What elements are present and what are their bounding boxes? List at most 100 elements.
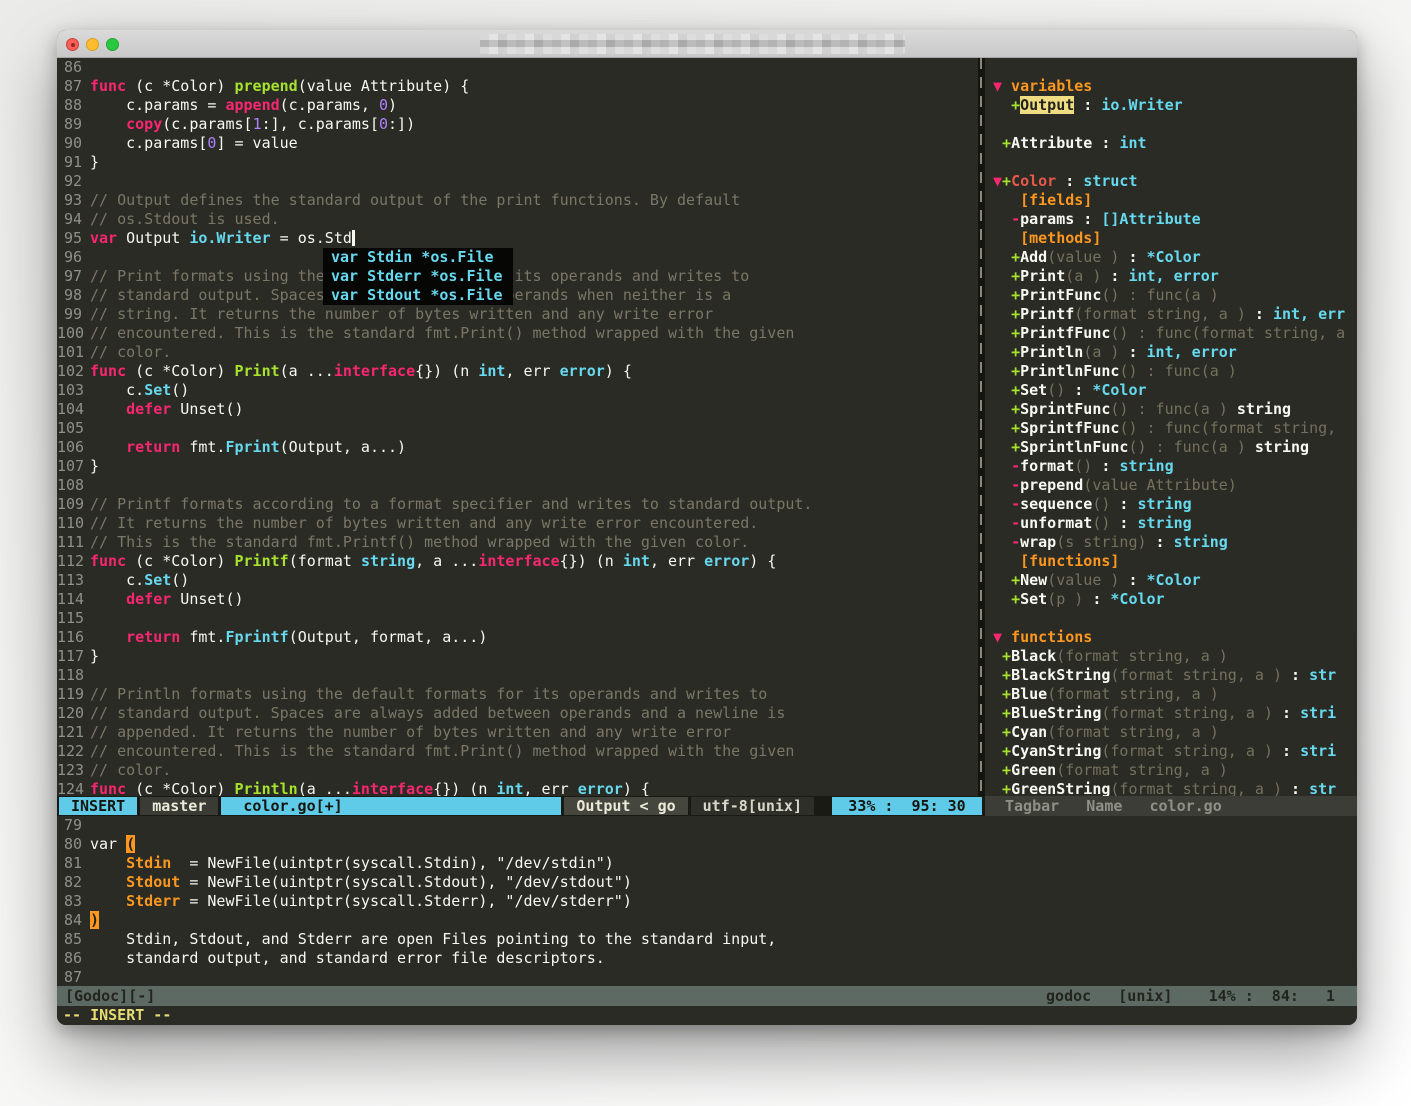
- token: Println: [1020, 343, 1083, 361]
- line-number: 91: [57, 153, 82, 172]
- token: [993, 590, 1011, 608]
- token: +: [1002, 742, 1011, 760]
- token: BlueString: [1011, 704, 1101, 722]
- token: c.: [90, 571, 144, 589]
- line-number: 115: [57, 609, 82, 628]
- vertical-split-separator[interactable]: [978, 58, 985, 796]
- tagbar-line: [methods]: [985, 229, 1357, 248]
- token: fmt.: [180, 628, 225, 646]
- completion-item[interactable]: var Stdout *os.File: [323, 286, 513, 305]
- tagbar-line: +New(value ) : *Color: [985, 571, 1357, 590]
- code-line: 115: [57, 609, 978, 628]
- token: Black: [1011, 647, 1056, 665]
- code-line: 109// Printf formats according to a form…: [57, 495, 978, 514]
- code-line: 96: [57, 248, 978, 267]
- token: [993, 248, 1011, 266]
- line-number: 81: [57, 854, 82, 873]
- zoom-button[interactable]: [106, 38, 119, 51]
- tagbar-line: ▼ variables: [985, 77, 1357, 96]
- token: (format string, a ): [1056, 761, 1228, 779]
- token: c.: [90, 381, 144, 399]
- token: [90, 892, 126, 910]
- token: :: [1246, 305, 1273, 323]
- tagbar-line: +PrintFunc() : func(a ): [985, 286, 1357, 305]
- line-number: 112: [57, 552, 82, 571]
- window-titlebar[interactable]: [57, 30, 1357, 58]
- line-number: 107: [57, 457, 82, 476]
- token: Green: [1011, 761, 1056, 779]
- token: [90, 400, 126, 418]
- tagbar-line: +Printf(format string, a ) : int, err: [985, 305, 1357, 324]
- code-line: 124func (c *Color) Println(a ...interfac…: [57, 780, 978, 796]
- token: io.Writer: [189, 229, 270, 247]
- token: PrintlnFunc: [1020, 362, 1119, 380]
- line-number: 87: [57, 968, 82, 986]
- completion-popup: var Stdin *os.Filevar Stderr *os.Filevar…: [323, 248, 513, 305]
- token: SprintlnFunc: [1020, 438, 1128, 456]
- token: // color.: [90, 343, 171, 361]
- tagbar-line: +BlackString(format string, a ) : str: [985, 666, 1357, 685]
- tagbar-line: [985, 153, 1357, 172]
- token: [993, 362, 1011, 380]
- token: :: [1092, 457, 1119, 475]
- token: // os.Stdout is used.: [90, 210, 280, 228]
- token: [993, 533, 1011, 551]
- token: standard output, and standard error file…: [90, 949, 605, 967]
- code-editor-window[interactable]: var Stdin *os.Filevar Stderr *os.Filevar…: [57, 58, 978, 796]
- token: -: [1011, 210, 1020, 228]
- token: :: [1092, 134, 1119, 152]
- token: -: [1011, 495, 1020, 513]
- token: [993, 324, 1011, 342]
- token: ) {: [749, 552, 776, 570]
- token: io.Writer: [1101, 96, 1182, 114]
- token: sequence: [1020, 495, 1092, 513]
- token: (s string): [1056, 533, 1146, 551]
- tagbar-line: +PrintfFunc() : func(format string, a: [985, 324, 1357, 343]
- token: error: [578, 780, 623, 796]
- token: (format string, a ): [1110, 666, 1282, 684]
- token: (c *Color): [126, 362, 234, 380]
- token: Cyan: [1011, 723, 1047, 741]
- close-button[interactable]: [66, 38, 79, 51]
- token: [993, 780, 1002, 796]
- token: = os.Std: [271, 229, 352, 247]
- token: string: [1138, 495, 1192, 513]
- tagbar-line: +SprintlnFunc() : func(a ) string: [985, 438, 1357, 457]
- godoc-preview-window[interactable]: 7980var (81 Stdin = NewFile(uintptr(sysc…: [57, 816, 1357, 986]
- tagbar-line: +Println(a ) : int, error: [985, 343, 1357, 362]
- token: Unset(): [171, 400, 243, 418]
- line-number: 84: [57, 911, 82, 930]
- token: +: [1011, 381, 1020, 399]
- token: = NewFile(uintptr(syscall.Stderr), "/dev…: [180, 892, 632, 910]
- token: (a ): [1083, 343, 1119, 361]
- line-number: 113: [57, 571, 82, 590]
- traffic-lights: [66, 38, 119, 51]
- line-number: 111: [57, 533, 82, 552]
- token: :: [1119, 343, 1146, 361]
- token: unformat: [1020, 514, 1092, 532]
- godoc-position-info: godoc [unix] 14% : 84: 1: [1046, 987, 1335, 1006]
- token: // encountered. This is the standard fmt…: [90, 324, 794, 342]
- minimize-button[interactable]: [86, 38, 99, 51]
- token: () : func(a ): [1101, 286, 1218, 304]
- window-title-redacted: [480, 34, 905, 54]
- token: Unset(): [171, 590, 243, 608]
- tagbar-line: +Print(a ) : int, error: [985, 267, 1357, 286]
- token: ▼: [993, 172, 1002, 190]
- token: // Println formats using the default for…: [90, 685, 767, 703]
- token: int: [496, 780, 523, 796]
- token: :: [1147, 533, 1174, 551]
- token: int: [1119, 134, 1146, 152]
- token: :: [1074, 210, 1101, 228]
- completion-item[interactable]: var Stderr *os.File: [323, 267, 513, 286]
- code-line: 102func (c *Color) Print(a ...interface{…: [57, 362, 978, 381]
- token: [993, 438, 1011, 456]
- token: :: [1282, 666, 1309, 684]
- tagbar-sidebar[interactable]: ▼ variables +Output : io.Writer +Attribu…: [985, 58, 1357, 796]
- token: :: [1282, 780, 1309, 796]
- line-number: 110: [57, 514, 82, 533]
- completion-item[interactable]: var Stdin *os.File: [323, 248, 513, 267]
- line-number: 105: [57, 419, 82, 438]
- token: str: [1309, 780, 1336, 796]
- token: Println: [235, 780, 298, 796]
